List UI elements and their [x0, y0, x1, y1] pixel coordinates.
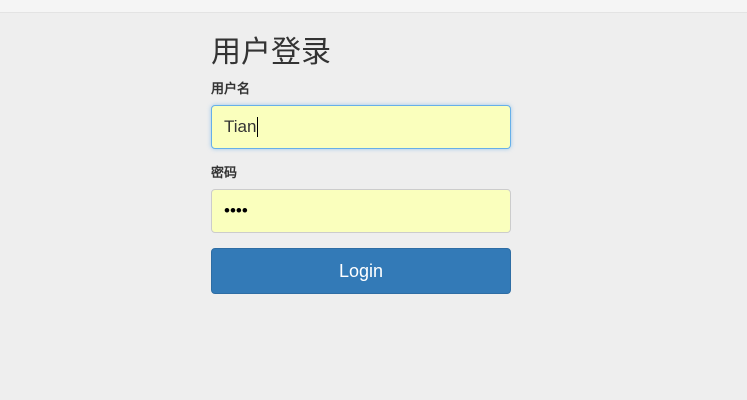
- username-value: Tian: [224, 117, 257, 136]
- login-button[interactable]: Login: [211, 248, 511, 294]
- login-form: 用户登录 用户名 Tian 密码 •••• Login: [211, 34, 511, 294]
- username-label: 用户名: [211, 82, 251, 97]
- password-value: ••••: [224, 201, 248, 220]
- text-caret: [257, 117, 259, 137]
- page-title: 用户登录: [211, 35, 331, 70]
- password-input[interactable]: ••••: [211, 189, 511, 233]
- top-bar: [0, 0, 747, 13]
- username-input[interactable]: Tian: [211, 105, 511, 149]
- password-label: 密码: [211, 166, 238, 181]
